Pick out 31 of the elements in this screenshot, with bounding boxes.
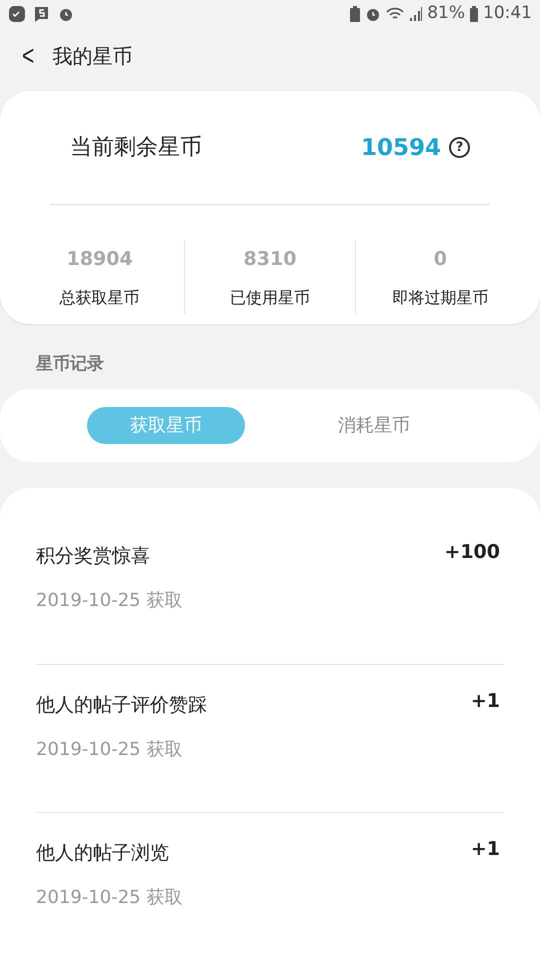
- message-notification-icon: [34, 5, 50, 24]
- stat-value: 8310: [244, 247, 296, 272]
- record-amount: +100: [444, 540, 500, 566]
- balance-value: 10594: [360, 134, 441, 163]
- battery-percent: 81%: [427, 2, 465, 26]
- record-title: 他人的帖子评价赞踩: [36, 693, 207, 718]
- battery-icon: [469, 5, 479, 24]
- help-button[interactable]: ?: [449, 137, 470, 158]
- stat-label: 总获取星币: [60, 286, 140, 309]
- balance-label: 当前剩余星币: [70, 134, 202, 162]
- stat-value: 18904: [66, 247, 133, 272]
- battery-saver-icon: [349, 5, 362, 24]
- clock-time: 10:41: [483, 2, 532, 26]
- stat-label: 已使用星币: [230, 286, 310, 309]
- record-tab[interactable]: 消耗星币: [295, 407, 453, 444]
- stat-value: 0: [434, 247, 447, 272]
- record-title: 积分奖赏惊喜: [36, 544, 151, 570]
- alarm-icon: [365, 6, 382, 22]
- record-title: 他人的帖子浏览: [36, 841, 170, 866]
- record-date: 2019-10-25 获取: [36, 588, 182, 613]
- record-amount: +1: [470, 689, 500, 714]
- signal-icon: [409, 6, 424, 22]
- record-amount: +1: [470, 837, 500, 862]
- page-title: 我的星币: [52, 42, 132, 70]
- record-date: 2019-10-25 获取: [36, 886, 182, 910]
- record-date: 2019-10-25 获取: [36, 738, 184, 762]
- section-title: 星币记录: [36, 352, 104, 376]
- stat-label: 即将过期星币: [392, 286, 488, 309]
- back-button[interactable]: <: [22, 42, 34, 70]
- app-notification-icon: [8, 5, 26, 24]
- alarm-icon: [58, 6, 74, 22]
